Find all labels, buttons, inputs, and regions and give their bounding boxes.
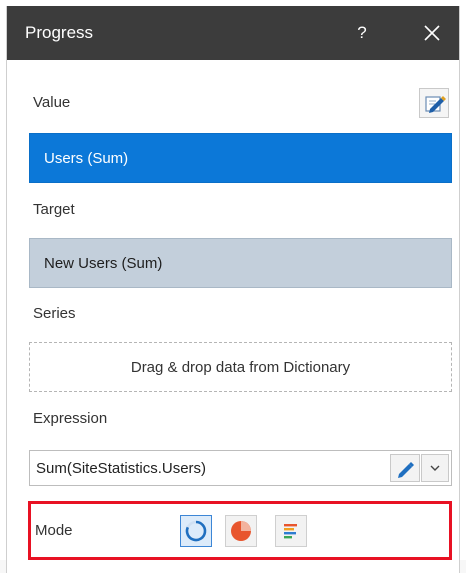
mode-pie-button[interactable] (225, 515, 257, 547)
value-label: Value (33, 94, 71, 111)
series-placeholder: Drag & drop data from Dictionary (130, 359, 351, 376)
ring-mode-icon (185, 520, 207, 542)
help-icon: ? (357, 23, 367, 42)
mode-ring-button[interactable] (180, 515, 212, 547)
mode-bars-button[interactable] (275, 515, 307, 547)
pie-mode-icon (231, 521, 251, 541)
close-button[interactable] (413, 18, 449, 48)
expression-field[interactable]: Sum(SiteStatistics.Users) (29, 450, 452, 486)
close-icon (424, 25, 440, 41)
series-label: Series (33, 305, 76, 322)
title-bar: Progress ? (7, 6, 459, 60)
progress-panel: Progress ? Value Users (Sum) Target New … (6, 6, 460, 573)
mode-label: Mode (35, 522, 73, 539)
target-item[interactable]: New Users (Sum) (29, 238, 452, 288)
bars-mode-icon (284, 524, 297, 539)
help-button[interactable]: ? (345, 18, 379, 48)
series-drop-zone[interactable]: Drag & drop data from Dictionary (29, 342, 452, 392)
chevron-down-icon (430, 465, 440, 471)
value-item[interactable]: Users (Sum) (29, 133, 452, 183)
window-title: Progress (25, 23, 94, 42)
mode-section: Mode (28, 501, 452, 560)
expression-value: Sum(SiteStatistics.Users) (36, 460, 207, 477)
expression-edit-button[interactable] (390, 454, 420, 482)
target-label: Target (33, 201, 75, 218)
target-item-text: New Users (Sum) (44, 255, 163, 272)
pencil-icon (398, 462, 414, 478)
expression-label: Expression (33, 410, 108, 427)
edit-value-button[interactable] (419, 88, 449, 118)
edit-icon (425, 96, 446, 113)
value-item-text: Users (Sum) (44, 150, 129, 167)
expression-dropdown-button[interactable] (421, 454, 449, 482)
